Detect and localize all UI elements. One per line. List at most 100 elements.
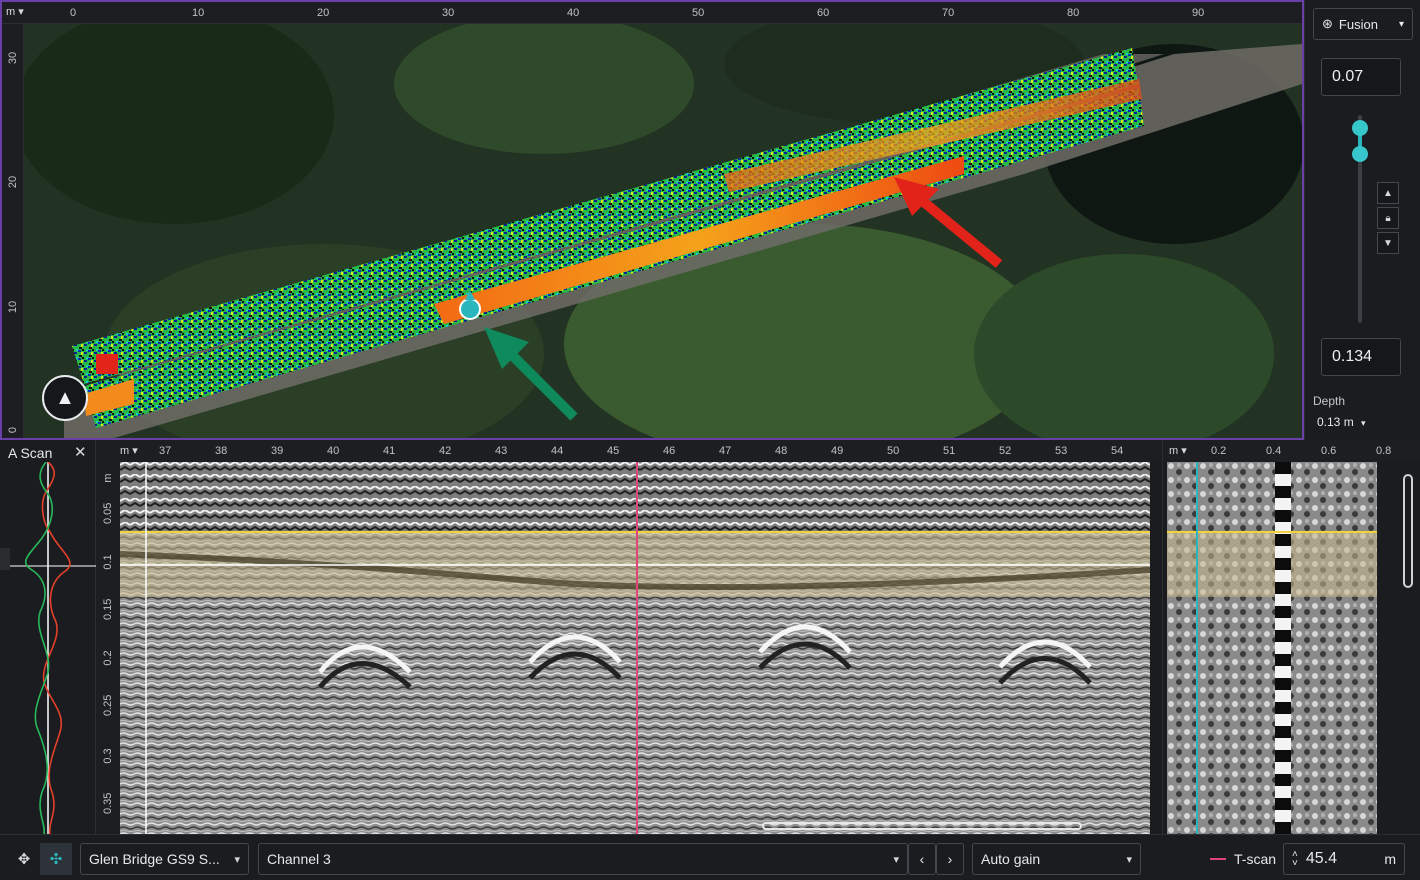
chevron-down-icon: ▾ — [234, 853, 240, 866]
bscan-x-tick: 42 — [439, 445, 452, 457]
map-x-tick: 10 — [192, 7, 205, 19]
trace-tool-button[interactable]: ✣ — [40, 843, 72, 875]
channel-dropdown[interactable]: Channel 3 ▾ — [258, 843, 908, 875]
map-x-tick: 50 — [692, 7, 705, 19]
bscan-y-tick: 0.2 — [102, 650, 114, 666]
bscan-x-tick: 43 — [495, 445, 508, 457]
ascan-panel: A Scan ✕ — [0, 440, 96, 834]
map-panel[interactable]: m ▾ 0 10 20 30 40 50 60 70 80 90 30 20 1… — [0, 0, 1304, 440]
stepper-arrows-icon[interactable]: ˄ ˅ — [1292, 850, 1298, 869]
bscan-x-tick: 38 — [215, 445, 228, 457]
lower-depth-input[interactable]: 0.134 — [1321, 338, 1401, 376]
next-channel-button[interactable]: › — [936, 843, 964, 875]
bscan-y-unit: m — [102, 473, 114, 483]
depth-slider-upper-handle[interactable] — [1352, 120, 1368, 136]
gain-dropdown-label: Auto gain — [981, 851, 1041, 867]
bscan-x-tick: 44 — [551, 445, 564, 457]
bscan-x-tick: 39 — [271, 445, 284, 457]
prev-channel-button[interactable]: ‹ — [908, 843, 936, 875]
tscan-x-tick: 0.8 — [1376, 445, 1392, 457]
bscan-y-tick: 0.3 — [102, 748, 114, 764]
upper-depth-input[interactable]: 0.07 — [1321, 58, 1401, 96]
map-x-tick: 40 — [567, 7, 580, 19]
step-down-button[interactable]: ▼ — [1377, 232, 1399, 254]
chevron-down-icon: ▾ — [1126, 853, 1132, 866]
bscan-x-tick: 37 — [159, 445, 172, 457]
depth-value-text: 0.13 m — [1317, 415, 1354, 429]
bscan-panel[interactable]: m ▾ 37 38 39 40 41 42 43 44 45 46 47 48 … — [96, 440, 1162, 834]
tscan-unit-dropdown[interactable]: m ▾ — [1169, 444, 1187, 457]
chevron-down-icon: ▾ — [893, 853, 899, 866]
bscan-x-tick: 48 — [775, 445, 788, 457]
gain-dropdown[interactable]: Auto gain ▾ — [972, 843, 1141, 875]
satellite-map-view[interactable] — [24, 24, 1302, 438]
bscan-x-tick: 51 — [943, 445, 956, 457]
depth-dropdown[interactable]: 0.13 m ▾ — [1317, 415, 1366, 429]
chevron-up-icon: ▲ — [1383, 187, 1393, 199]
map-y-tick: 30 — [7, 51, 19, 65]
fusion-label: Fusion — [1338, 16, 1378, 32]
ascan-title: A Scan — [8, 445, 53, 461]
map-unit-label[interactable]: m ▾ — [6, 5, 24, 18]
map-x-tick: 30 — [442, 7, 455, 19]
bscan-horizontal-scrollbar[interactable] — [762, 822, 1082, 830]
tscan-ruler-top: m ▾ 0.2 0.4 0.6 0.8 — [1163, 440, 1420, 462]
bottom-toolbar: ✥ ✣ Glen Bridge GS9 S... ▾ Channel 3 ▾ ‹… — [0, 834, 1420, 880]
north-arrow-icon: ▲ — [55, 386, 75, 409]
chevron-down-icon: ▼ — [1383, 237, 1393, 249]
tscan-panel[interactable]: m ▾ 0.2 0.4 0.6 0.8 — [1162, 440, 1420, 834]
bscan-unit-dropdown[interactable]: m ▾ — [120, 444, 138, 457]
fusion-icon: ⊛ — [1322, 16, 1333, 31]
crosshair-icon: ✣ — [49, 851, 63, 868]
map-y-tick: 0 — [7, 426, 19, 434]
map-x-tick: 80 — [1067, 7, 1080, 19]
bscan-radargram[interactable] — [120, 462, 1150, 834]
tscan-vertical-scrollbar[interactable] — [1403, 474, 1413, 588]
tscan-x-tick: 0.6 — [1321, 445, 1337, 457]
bscan-x-tick: 47 — [719, 445, 732, 457]
fusion-dropdown[interactable]: ⊛ Fusion ▾ — [1313, 8, 1413, 40]
depth-side-panel: ⊛ Fusion ▾ 0.07 ▲ 🔒︎ ▼ 0.134 Depth 0.13 … — [1304, 0, 1420, 440]
bscan-x-tick: 40 — [327, 445, 340, 457]
step-up-button[interactable]: ▲ — [1377, 182, 1399, 204]
ascan-waveform — [0, 462, 96, 834]
tscan-legend-label: T-scan — [1234, 851, 1277, 867]
lower-depth-value: 0.134 — [1332, 348, 1373, 365]
bscan-x-tick: 54 — [1111, 445, 1124, 457]
tscan-radargram[interactable] — [1167, 462, 1377, 834]
bscan-y-tick: 0.05 — [102, 502, 114, 524]
chevron-right-icon: › — [947, 851, 953, 867]
depth-slider-lower-handle[interactable] — [1352, 146, 1368, 162]
map-canvas[interactable] — [24, 24, 1302, 438]
project-dropdown[interactable]: Glen Bridge GS9 S... ▾ — [80, 843, 249, 875]
map-y-tick: 20 — [7, 175, 19, 189]
bscan-x-tick: 50 — [887, 445, 900, 457]
tscan-x-tick: 0.4 — [1266, 445, 1282, 457]
lock-icon: 🔒︎ — [1385, 212, 1391, 224]
position-unit: m — [1384, 851, 1396, 867]
position-stepper[interactable]: ˄ ˅ 45.4 m — [1283, 843, 1405, 875]
bscan-x-tick: 45 — [607, 445, 620, 457]
bscan-x-tick: 41 — [383, 445, 396, 457]
map-x-tick: 0 — [70, 7, 77, 19]
map-ruler-top: m ▾ 0 10 20 30 40 50 60 70 80 90 — [2, 2, 1302, 24]
depth-label: Depth — [1313, 394, 1346, 408]
bscan-x-tick: 52 — [999, 445, 1012, 457]
chevron-down-icon: ▾ — [1361, 418, 1366, 428]
bscan-y-tick: 0.15 — [102, 598, 114, 620]
tscan-legend-swatch — [1210, 858, 1226, 860]
bscan-y-tick: 0.1 — [102, 554, 114, 570]
bscan-y-tick: 0.25 — [102, 694, 114, 716]
lock-button[interactable]: 🔒︎ — [1377, 207, 1399, 229]
bscan-x-tick: 53 — [1055, 445, 1068, 457]
map-x-tick: 90 — [1192, 7, 1205, 19]
pan-tool-button[interactable]: ✥ — [8, 843, 40, 875]
bscan-y-tick: 0.35 — [102, 792, 114, 814]
close-icon[interactable]: ✕ — [74, 443, 87, 461]
upper-depth-value: 0.07 — [1332, 68, 1364, 85]
move-icon: ✥ — [17, 851, 31, 868]
map-ruler-left: 30 20 10 0 — [2, 24, 24, 438]
chevron-left-icon: ‹ — [919, 851, 925, 867]
chevron-down-icon: ▾ — [1398, 18, 1404, 30]
compass-button[interactable]: ▲ — [42, 375, 88, 421]
